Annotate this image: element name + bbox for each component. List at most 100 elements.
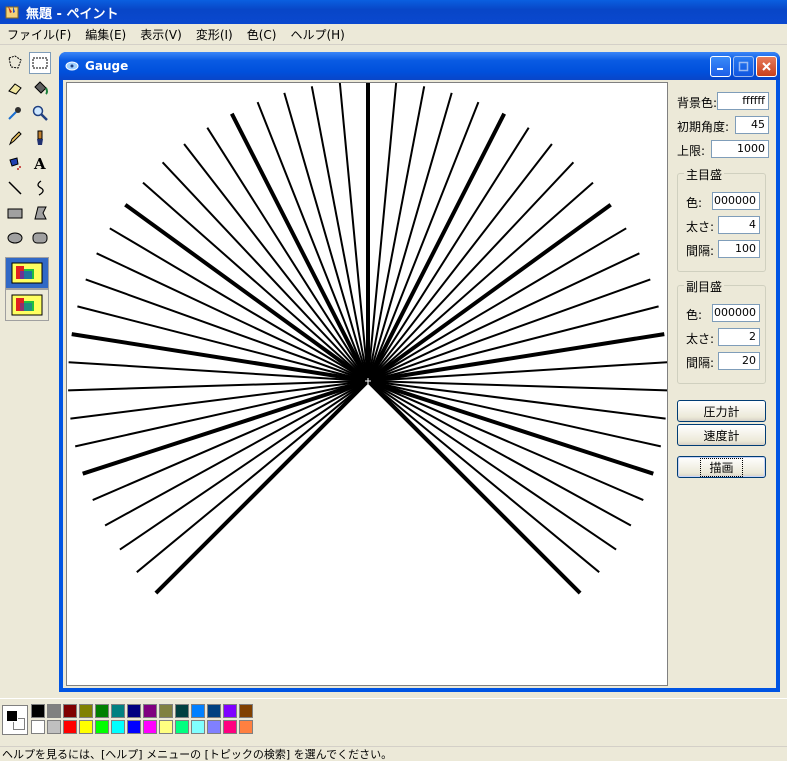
- pencil-tool[interactable]: [4, 127, 26, 149]
- palette-color-swatch[interactable]: [95, 720, 109, 734]
- maximize-icon: [738, 61, 749, 72]
- rounded-rect-tool[interactable]: [29, 227, 51, 249]
- rectangle-icon: [7, 208, 23, 219]
- speed-gauge-button[interactable]: 速度計: [677, 424, 766, 446]
- palette-color-swatch[interactable]: [127, 720, 141, 734]
- minor-tick-line: [136, 380, 369, 573]
- airbrush-icon: [9, 157, 21, 170]
- major-interval-field[interactable]: 100: [718, 240, 760, 258]
- magnifier-tool[interactable]: [29, 102, 51, 124]
- menu-bar: ファイル(F) 編集(E) 表示(V) 変形(I) 色(C) ヘルプ(H): [0, 24, 787, 45]
- gauge-client-area: 背景色: ffffff 初期角度: 45 上限: 1000 主目盛 色: 000…: [63, 80, 776, 688]
- minor-tick-line: [183, 143, 369, 382]
- brush-tool[interactable]: [29, 127, 51, 149]
- eraser-tool[interactable]: [4, 77, 26, 99]
- pressure-gauge-button-label: 圧力計: [703, 404, 740, 419]
- fill-tool[interactable]: [29, 77, 51, 99]
- palette-color-swatch[interactable]: [175, 704, 189, 718]
- rectangle-tool[interactable]: [4, 202, 26, 224]
- minor-tick-line: [367, 143, 553, 382]
- rect-select-icon: [32, 57, 48, 69]
- palette-color-swatch[interactable]: [175, 720, 189, 734]
- minor-color-field[interactable]: 000000: [712, 304, 760, 322]
- transparency-option-opaque[interactable]: [5, 257, 49, 289]
- line-icon: [8, 181, 22, 195]
- palette-color-swatch[interactable]: [111, 720, 125, 734]
- rect-select-tool[interactable]: [29, 52, 51, 74]
- palette-color-swatch[interactable]: [143, 704, 157, 718]
- palette-color-swatch[interactable]: [111, 704, 125, 718]
- palette-color-swatch[interactable]: [127, 704, 141, 718]
- minor-width-field[interactable]: 2: [718, 328, 760, 346]
- major-width-field[interactable]: 4: [718, 216, 760, 234]
- paint-title-bar[interactable]: 無題 - ペイント: [0, 0, 787, 24]
- palette-color-swatch[interactable]: [223, 720, 237, 734]
- curve-tool[interactable]: [29, 177, 51, 199]
- menu-colors[interactable]: 色(C): [240, 26, 284, 43]
- settings-panel: 背景色: ffffff 初期角度: 45 上限: 1000 主目盛 色: 000…: [675, 80, 775, 688]
- speed-gauge-button-label: 速度計: [703, 428, 740, 443]
- palette-color-swatch[interactable]: [31, 704, 45, 718]
- palette-color-swatch[interactable]: [63, 720, 77, 734]
- opaque-selection-icon: [11, 262, 43, 284]
- color-picker-tool[interactable]: [4, 102, 26, 124]
- polygon-icon: [34, 206, 47, 220]
- palette-color-swatch[interactable]: [207, 704, 221, 718]
- airbrush-tool[interactable]: [4, 152, 26, 174]
- palette-color-swatch[interactable]: [191, 720, 205, 734]
- start-angle-field[interactable]: 45: [735, 116, 769, 134]
- palette-color-swatch[interactable]: [79, 704, 93, 718]
- palette-color-swatch[interactable]: [223, 704, 237, 718]
- polygon-tool[interactable]: [29, 202, 51, 224]
- draw-button[interactable]: 描画: [677, 456, 766, 478]
- pressure-gauge-button[interactable]: 圧力計: [677, 400, 766, 422]
- curve-icon: [37, 180, 44, 196]
- palette-color-swatch[interactable]: [47, 704, 61, 718]
- minor-tick-group-title: 副目盛: [684, 278, 725, 295]
- background-color-field[interactable]: ffffff: [717, 92, 769, 110]
- line-tool[interactable]: [4, 177, 26, 199]
- close-icon: [762, 62, 771, 71]
- palette-color-swatch[interactable]: [95, 704, 109, 718]
- minor-tick-line: [74, 380, 369, 448]
- gauge-canvas[interactable]: [66, 81, 668, 686]
- minor-interval-label: 間隔:: [686, 356, 715, 370]
- menu-view[interactable]: 表示(V): [133, 26, 189, 43]
- minimize-button[interactable]: [710, 56, 731, 77]
- menu-file[interactable]: ファイル(F): [0, 26, 78, 43]
- maximize-button[interactable]: [733, 56, 754, 77]
- minor-interval-field[interactable]: 20: [718, 352, 760, 370]
- palette-color-swatch[interactable]: [191, 704, 205, 718]
- ellipse-icon: [7, 232, 23, 244]
- palette-color-swatch[interactable]: [159, 720, 173, 734]
- major-tick-group-title: 主目盛: [684, 166, 725, 183]
- palette-color-swatch[interactable]: [47, 720, 61, 734]
- ellipse-tool[interactable]: [4, 227, 26, 249]
- max-value-field[interactable]: 1000: [711, 140, 769, 158]
- palette-color-swatch[interactable]: [239, 704, 253, 718]
- menu-edit[interactable]: 編集(E): [78, 26, 133, 43]
- transparency-option-transparent[interactable]: [5, 289, 49, 321]
- palette-color-swatch[interactable]: [159, 704, 173, 718]
- magnifier-icon: [32, 105, 48, 121]
- minor-width-label: 太さ:: [686, 332, 715, 346]
- foreground-color-swatch: [6, 710, 18, 722]
- palette-color-swatch[interactable]: [63, 704, 77, 718]
- palette-color-swatch[interactable]: [31, 720, 45, 734]
- palette-color-swatch[interactable]: [143, 720, 157, 734]
- major-color-field[interactable]: 000000: [712, 192, 760, 210]
- minor-tick-line: [367, 380, 617, 551]
- eyedropper-icon: [8, 107, 21, 120]
- close-button[interactable]: [756, 56, 777, 77]
- current-colors[interactable]: [2, 705, 28, 735]
- palette-color-swatch[interactable]: [79, 720, 93, 734]
- gauge-title-bar[interactable]: Gauge: [59, 52, 780, 80]
- major-tick-group: 主目盛 色: 000000 太さ: 4 間隔: 100: [677, 166, 766, 272]
- menu-image[interactable]: 変形(I): [189, 26, 240, 43]
- text-tool[interactable]: A: [29, 152, 51, 174]
- menu-help[interactable]: ヘルプ(H): [283, 26, 351, 43]
- palette-color-swatch[interactable]: [239, 720, 253, 734]
- free-select-tool[interactable]: [4, 52, 26, 74]
- minor-tick-line: [367, 380, 600, 573]
- palette-color-swatch[interactable]: [207, 720, 221, 734]
